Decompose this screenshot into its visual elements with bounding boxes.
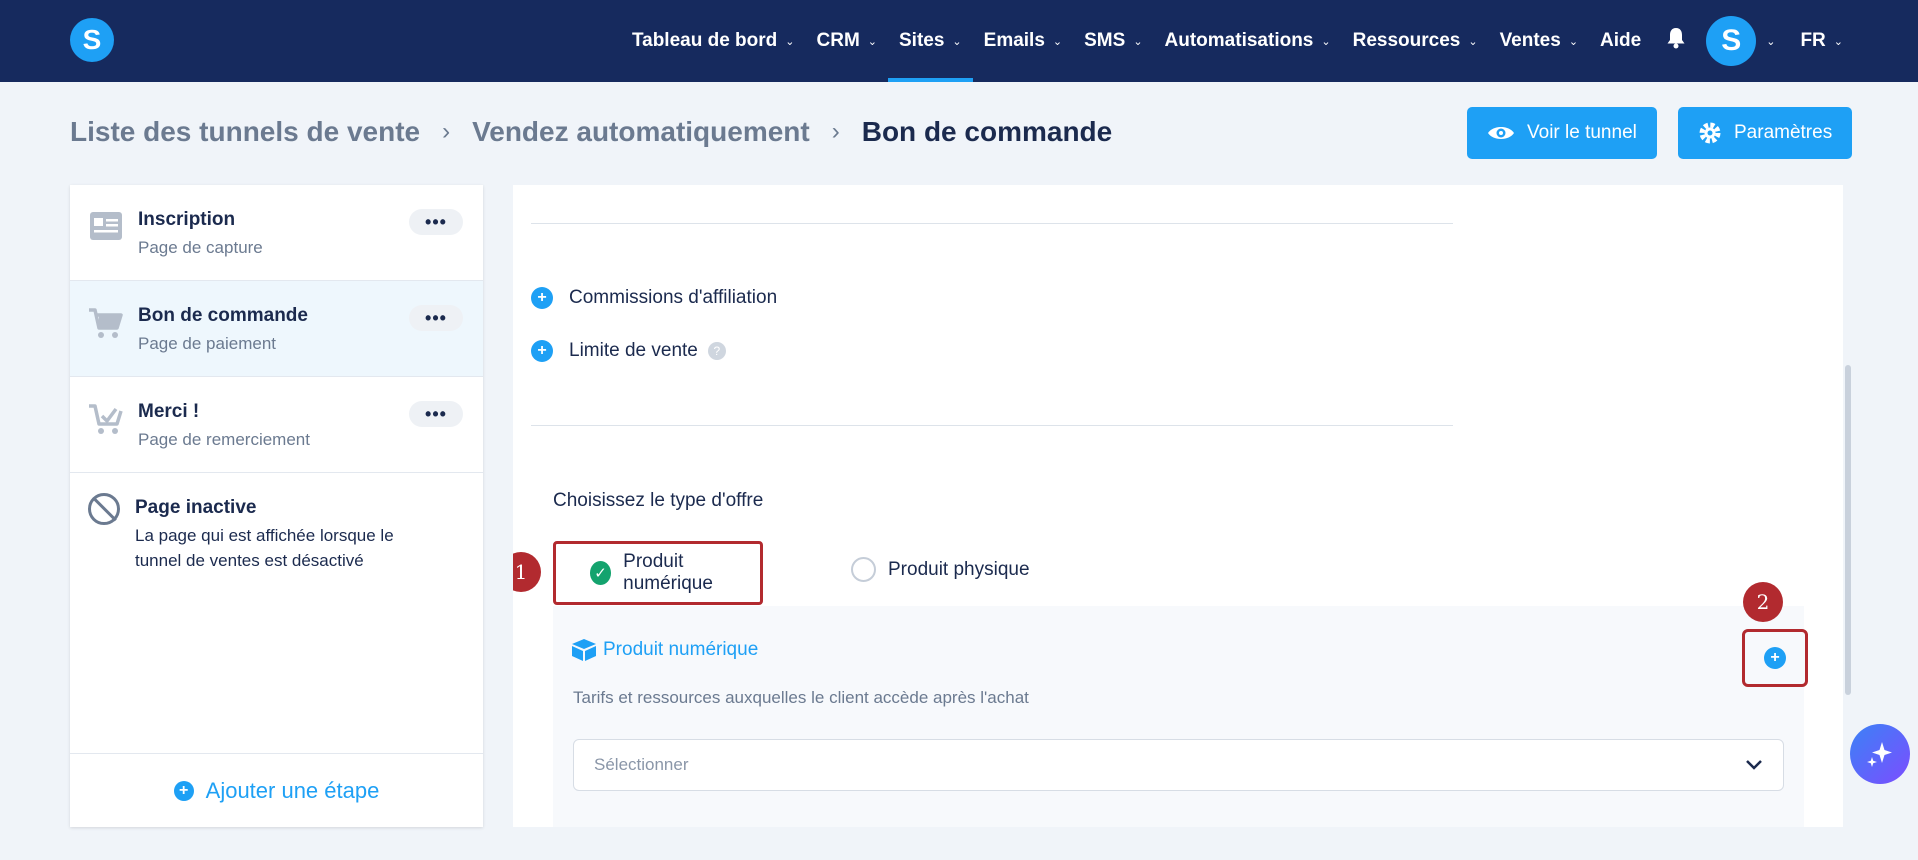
divider — [531, 223, 1453, 224]
plus-circle-icon: + — [1764, 647, 1786, 669]
nav-item-crm[interactable]: CRM ⌄ — [806, 0, 889, 82]
user-avatar[interactable]: S — [1706, 16, 1757, 66]
funnel-steps-panel: Inscription Page de capture ••• Bon de c… — [70, 185, 483, 827]
chevron-down-icon: ⌄ — [867, 35, 877, 48]
cart-check-icon — [88, 403, 124, 445]
page-title: Bon de commande — [861, 116, 1113, 147]
radio-unchecked-icon — [851, 557, 876, 582]
top-navigation: S Tableau de bord ⌄ CRM ⌄ Sites ⌄ Emails ⌄ S… — [0, 0, 1918, 82]
step-item-thank-you[interactable]: Merci ! Page de remerciement ••• — [70, 377, 483, 473]
chevron-down-icon: ⌄ — [952, 35, 962, 48]
nav-item-automations[interactable]: Automatisations ⌄ — [1154, 0, 1342, 82]
divider — [531, 425, 1453, 426]
nav-item-help[interactable]: Aide — [1589, 0, 1652, 82]
step-menu-button[interactable]: ••• — [409, 209, 463, 235]
chevron-down-icon: ⌄ — [1321, 35, 1331, 48]
step-item-order-form[interactable]: Bon de commande Page de paiement ••• — [70, 281, 483, 377]
step-menu-button[interactable]: ••• — [409, 305, 463, 331]
digital-product-title: Produit numérique — [571, 638, 758, 662]
annotation-badge-2: 2 — [1743, 582, 1783, 622]
nav-menu: Tableau de bord ⌄ CRM ⌄ Sites ⌄ Emails ⌄ SMS… — [621, 0, 1854, 82]
offer-type-physical-radio[interactable]: Produit physique — [851, 557, 1030, 582]
nav-item-sms[interactable]: SMS ⌄ — [1073, 0, 1153, 82]
gear-icon — [1699, 122, 1721, 144]
sparkle-icon — [1867, 742, 1892, 767]
nav-item-emails[interactable]: Emails ⌄ — [973, 0, 1073, 82]
eye-icon — [1488, 127, 1514, 139]
chevron-down-icon: ⌄ — [1052, 35, 1063, 48]
settings-button[interactable]: Paramètres — [1678, 107, 1853, 159]
plus-circle-icon: + — [531, 340, 553, 362]
view-funnel-button[interactable]: Voir le tunnel — [1467, 107, 1657, 159]
step-item-inactive-page[interactable]: Page inactive La page qui est affichée l… — [70, 473, 483, 623]
chevron-down-icon[interactable]: ⌄ — [1766, 35, 1775, 48]
help-icon[interactable]: ? — [707, 342, 726, 360]
box-icon — [572, 639, 596, 661]
nav-item-sales[interactable]: Ventes ⌄ — [1489, 0, 1589, 82]
step-settings-panel: + Commissions d'affiliation + Limite de … — [513, 185, 1843, 827]
chevron-right-icon: › — [831, 118, 840, 145]
breadcrumb-funnel-list[interactable]: Liste des tunnels de vente — [70, 116, 420, 148]
cart-icon — [88, 307, 124, 349]
nav-item-dashboard[interactable]: Tableau de bord ⌄ — [621, 0, 806, 82]
chevron-down-icon: ⌄ — [1133, 35, 1143, 48]
chevron-down-icon: ⌄ — [1833, 35, 1843, 48]
chevron-down-icon: ⌄ — [1568, 35, 1579, 48]
breadcrumb-funnel[interactable]: Vendez automatiquement — [472, 116, 810, 148]
scrollbar-thumb[interactable] — [1845, 365, 1851, 695]
digital-product-card: Produit numérique Tarifs et ressources a… — [553, 606, 1808, 827]
step-menu-button[interactable]: ••• — [409, 401, 463, 427]
language-selector[interactable]: FR ⌄ — [1789, 0, 1854, 82]
chevron-right-icon: › — [442, 118, 451, 145]
check-circle-icon: ✓ — [590, 561, 612, 585]
breadcrumb: Liste des tunnels de vente › Vendez auto… — [70, 116, 1112, 148]
ai-assistant-button[interactable] — [1850, 724, 1910, 784]
app-logo[interactable]: S — [70, 18, 114, 62]
add-step-button[interactable]: + Ajouter une étape — [70, 753, 483, 827]
affiliate-commissions-toggle[interactable]: + Commissions d'affiliation — [531, 287, 777, 309]
form-icon — [88, 211, 124, 249]
annotation-badge-1: 1 — [513, 552, 541, 592]
scrollbar[interactable] — [1843, 185, 1853, 827]
chevron-down-icon: ⌄ — [1468, 35, 1478, 48]
ban-icon — [88, 493, 120, 525]
nav-item-sites[interactable]: Sites ⌄ — [888, 0, 973, 82]
plus-circle-icon: + — [531, 287, 553, 309]
plus-circle-icon: + — [173, 780, 194, 801]
offer-type-label: Choisissez le type d'offre — [553, 490, 764, 511]
chevron-down-icon: ⌄ — [785, 35, 795, 48]
add-digital-product-button[interactable]: + — [1742, 629, 1808, 687]
sales-limit-toggle[interactable]: + Limite de vente ? — [531, 340, 726, 362]
digital-product-select[interactable]: Sélectionner — [573, 739, 1784, 791]
bell-icon[interactable] — [1652, 27, 1700, 55]
offer-type-digital-radio[interactable]: ✓ Produit numérique — [553, 541, 763, 605]
chevron-down-icon — [1746, 760, 1762, 770]
step-item-inscription[interactable]: Inscription Page de capture ••• — [70, 185, 483, 281]
nav-item-resources[interactable]: Ressources ⌄ — [1342, 0, 1489, 82]
